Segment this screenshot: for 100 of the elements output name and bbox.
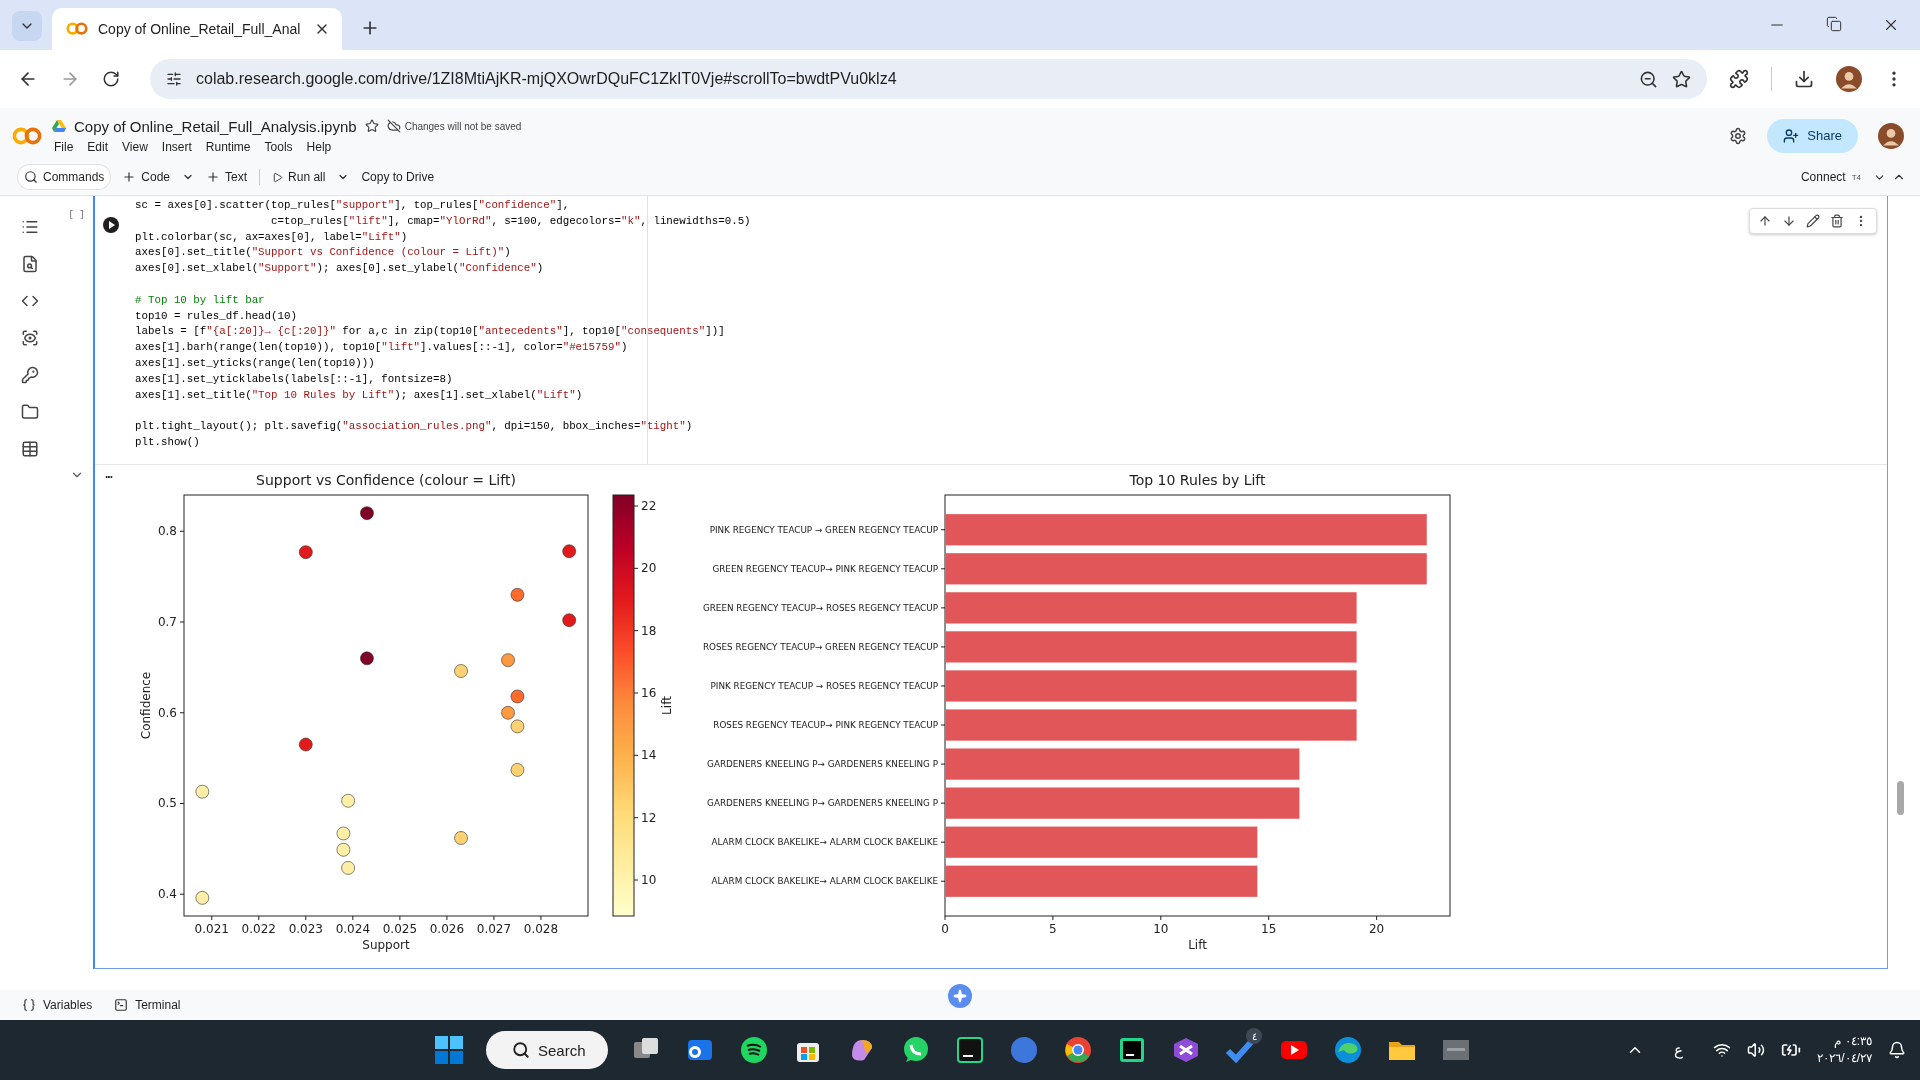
zoom-icon[interactable] bbox=[1639, 69, 1658, 89]
notification-icon[interactable] bbox=[1888, 1041, 1906, 1059]
menu-item[interactable]: Insert bbox=[161, 139, 192, 154]
notification-badge: ٤ bbox=[1246, 1028, 1262, 1044]
output-menu[interactable]: ... bbox=[95, 465, 122, 968]
bookmark-star-icon[interactable] bbox=[1672, 69, 1691, 89]
connect-button[interactable]: Connect T4 bbox=[1794, 169, 1867, 185]
move-down-icon[interactable] bbox=[1782, 214, 1796, 228]
avatar-icon[interactable] bbox=[1878, 122, 1904, 149]
music-icon[interactable] bbox=[738, 1034, 770, 1066]
toolbar-button[interactable]: Run all bbox=[266, 165, 332, 189]
find-icon[interactable] bbox=[21, 255, 39, 273]
tick-label: 0.028 bbox=[523, 922, 559, 936]
menu-item[interactable]: File bbox=[54, 139, 74, 154]
restore-icon[interactable] bbox=[1826, 16, 1842, 32]
avatar-icon[interactable] bbox=[1836, 66, 1862, 92]
sparkle-icon bbox=[953, 989, 967, 1003]
wifi-icon[interactable] bbox=[1713, 1041, 1732, 1059]
tick-label: 18 bbox=[641, 623, 657, 638]
folder-icon[interactable] bbox=[21, 403, 39, 421]
save-status: Changes will not be saved bbox=[404, 120, 522, 132]
axis-label: Lift bbox=[660, 696, 674, 715]
download-icon[interactable] bbox=[1794, 69, 1814, 89]
code-line: plt.show() bbox=[135, 434, 201, 450]
code-cell[interactable] bbox=[93, 196, 1888, 969]
code-line: axes[0].set_xlabel("Support"); axes[0].set_ylabel("Confidence") bbox=[135, 261, 545, 277]
browser-icon[interactable] bbox=[1062, 1034, 1094, 1066]
settings-icon[interactable] bbox=[1729, 126, 1748, 145]
tick-label: 0.4 bbox=[157, 887, 177, 902]
reload-icon[interactable] bbox=[102, 70, 120, 88]
toolbar-button[interactable]: Code bbox=[116, 165, 177, 189]
edit-icon[interactable] bbox=[1806, 214, 1820, 228]
notebook-title[interactable]: Copy of Online_Retail_Full_Analysis.ipynb bbox=[74, 117, 357, 135]
table-icon[interactable] bbox=[21, 440, 39, 458]
tick-label: 10 bbox=[1153, 922, 1169, 936]
tick-label: GARDENERS KNEELING P→ GARDENERS KNEELING P bbox=[707, 759, 938, 770]
delete-icon[interactable] bbox=[1830, 214, 1844, 228]
site-info-icon[interactable] bbox=[166, 71, 182, 87]
tick-label: 14 bbox=[641, 748, 657, 763]
menu-item[interactable]: Help bbox=[306, 139, 332, 154]
code-line: axes[1].set_title("Top 10 Rules by Lift"); axes[1].set_xlabel("Lift") bbox=[135, 387, 584, 403]
axis-label: Confidence bbox=[139, 671, 153, 740]
tick-label: 0.024 bbox=[335, 922, 370, 936]
tick-label: 0.026 bbox=[429, 922, 465, 936]
extensions-icon[interactable] bbox=[1729, 69, 1749, 89]
code-line: axes[1].barh(range(len(top10)), top10["lift"].values[::-1], color="#e15759") bbox=[135, 340, 629, 356]
tick-label: 0.7 bbox=[157, 615, 177, 630]
tick-label: PINK REGENCY TEACUP → ROSES REGENCY TEACUP bbox=[710, 680, 938, 691]
eye-icon[interactable] bbox=[21, 329, 39, 347]
taskbar-search[interactable]: Search bbox=[486, 1031, 608, 1069]
terminal-icon[interactable] bbox=[954, 1034, 986, 1066]
star-icon[interactable] bbox=[364, 119, 379, 133]
tick-label: 15 bbox=[1261, 922, 1277, 936]
search-icon bbox=[24, 170, 38, 184]
chart-title: Support vs Confidence (colour = Lift) bbox=[256, 472, 516, 488]
tick-label: 0.6 bbox=[157, 705, 177, 720]
bottom-tab[interactable]: Terminal bbox=[114, 998, 181, 1012]
language-indicator[interactable]: ع bbox=[1674, 1041, 1684, 1059]
tab-favicon bbox=[66, 22, 88, 36]
menu-item[interactable]: Tools bbox=[264, 139, 293, 154]
menu-item[interactable]: Runtime bbox=[205, 139, 251, 154]
cloud-off-icon bbox=[386, 119, 401, 133]
clock-date[interactable]: ٢٠٢٦/٠٤/٢٧ bbox=[1817, 1050, 1872, 1067]
code-line: c=top_rules["lift"], cmap="YlOrRd", s=100, edgecolors="k", linewidths=0.5) bbox=[270, 213, 751, 229]
terminal-icon bbox=[114, 998, 129, 1012]
code-line: # Top 10 by lift bar bbox=[135, 292, 266, 308]
tick-label: ROSES REGENCY TEACUP→ GREEN REGENCY TEACUP bbox=[702, 641, 938, 652]
menu-item[interactable]: Edit bbox=[87, 139, 109, 154]
scrollbar-thumb[interactable] bbox=[1897, 781, 1904, 815]
tick-label: 20 bbox=[641, 561, 657, 576]
volume-icon[interactable] bbox=[1747, 1041, 1766, 1059]
move-up-icon[interactable] bbox=[1758, 214, 1772, 228]
start-icon[interactable] bbox=[434, 1035, 464, 1065]
tick-label: 0.8 bbox=[157, 524, 177, 539]
code-line: sc = axes[0].scatter(top_rules["support"], top_rules["confidence"], bbox=[135, 198, 571, 213]
tick-label: 22 bbox=[641, 499, 657, 513]
toolbar-button[interactable]: Commands bbox=[18, 165, 111, 189]
browser-tab[interactable]: Copy of Online_Retail_Full_Anal bbox=[52, 8, 342, 50]
braces-icon bbox=[22, 998, 36, 1012]
toolbar-button[interactable]: Copy to Drive bbox=[355, 165, 441, 189]
tick-label: GARDENERS KNEELING P→ GARDENERS KNEELING P bbox=[707, 798, 938, 809]
address-bar[interactable]: colab.research.google.com/drive/1ZI8MtiAjKR-mjQXOwrDQuFC1ZkIT0Vje#scrollTo=bwdtPVu0klz4 bbox=[150, 59, 1707, 99]
share-button[interactable]: Share bbox=[1767, 118, 1858, 153]
table-of-contents-icon[interactable] bbox=[21, 218, 39, 236]
tick-label: GREEN REGENCY TEACUP→ PINK REGENCY TEACUP bbox=[712, 563, 938, 574]
tick-label: GREEN REGENCY TEACUP→ ROSES REGENCY TEACUP bbox=[702, 602, 938, 613]
toolbar-button[interactable]: Text bbox=[200, 165, 254, 189]
menu-item[interactable]: View bbox=[122, 139, 148, 154]
bottom-tab[interactable]: Variables bbox=[22, 998, 93, 1012]
run-cell-icon[interactable] bbox=[102, 216, 120, 234]
sparkle-button[interactable] bbox=[948, 984, 972, 1008]
tick-label: 0.027 bbox=[476, 922, 512, 936]
tick-label: ALARM CLOCK BAKELIKE→ ALARM CLOCK BAKELIKE bbox=[711, 837, 938, 848]
browser-icon[interactable] bbox=[1332, 1034, 1364, 1066]
clock-time[interactable]: ٠٤:٣٥ م bbox=[1834, 1033, 1872, 1050]
key-icon[interactable] bbox=[21, 366, 39, 384]
tick-label: PINK REGENCY TEACUP → GREEN REGENCY TEACUP bbox=[709, 524, 938, 535]
play-icon bbox=[272, 171, 284, 183]
tick-label: ROSES REGENCY TEACUP→ PINK REGENCY TEACUP bbox=[713, 720, 938, 731]
tick-label: ALARM CLOCK BAKELIKE→ ALARM CLOCK BAKELIKE bbox=[711, 876, 938, 887]
